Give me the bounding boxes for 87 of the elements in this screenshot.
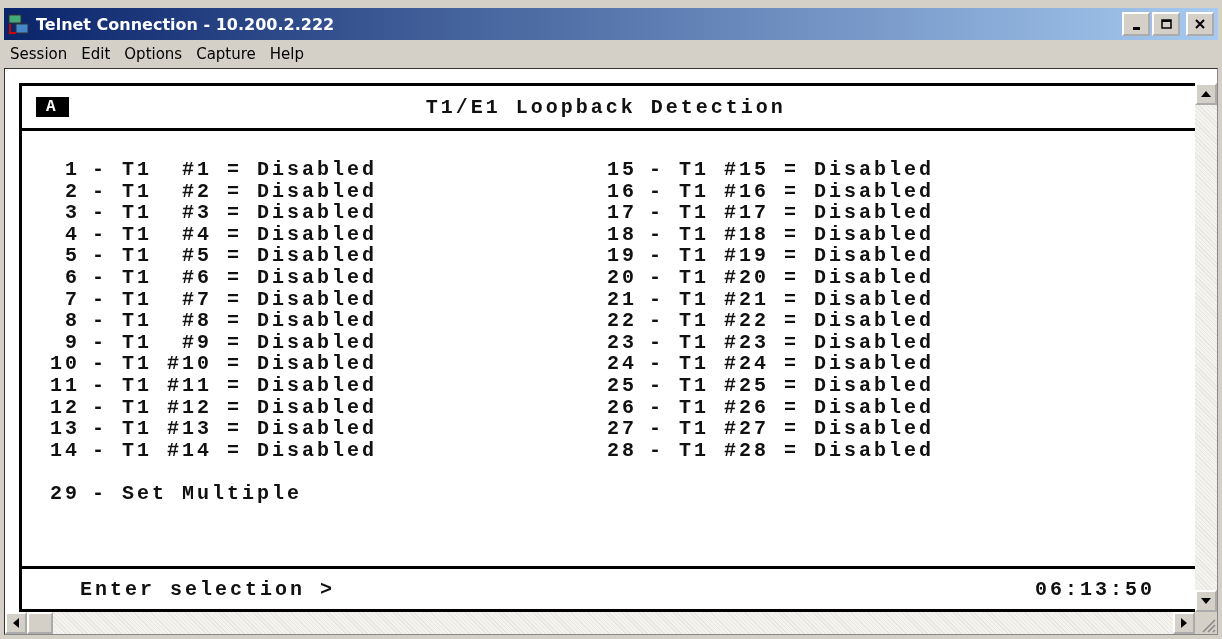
- option-text: - T1 #11 = Disabled: [92, 374, 378, 397]
- option-text: - T1 #20 = Disabled: [649, 266, 935, 289]
- close-button[interactable]: [1186, 12, 1214, 36]
- left-arrow-icon: [13, 618, 19, 628]
- option-text: - T1 #5 = Disabled: [92, 245, 378, 267]
- option-text: - T1 #15 = Disabled: [649, 159, 935, 181]
- option-number: 10: [49, 353, 80, 375]
- option-text: - T1 #16 = Disabled: [649, 180, 935, 203]
- scroll-up-button[interactable]: [1195, 83, 1217, 105]
- minimize-icon: [1132, 26, 1140, 30]
- option-number: 4: [64, 223, 80, 246]
- option-text: - Set Multiple: [92, 483, 303, 505]
- option-text: - T1 #2 = Disabled: [92, 180, 378, 203]
- option-number: 1: [64, 159, 80, 181]
- option-number: 25: [606, 374, 637, 397]
- resize-grip-icon[interactable]: [1195, 612, 1217, 634]
- option-text: - T1 #10 = Disabled: [92, 353, 378, 375]
- option-text: - T1 #8 = Disabled: [92, 310, 378, 332]
- option-text: - T1 #24 = Disabled: [649, 353, 935, 375]
- option-number: 24: [606, 353, 637, 375]
- scroll-down-button[interactable]: [1195, 590, 1217, 612]
- option-text: - T1 #25 = Disabled: [649, 374, 935, 397]
- maximize-icon: [1160, 19, 1172, 29]
- option-number: 7: [64, 288, 80, 311]
- window-title: Telnet Connection - 10.200.2.222: [36, 14, 335, 34]
- scroll-right-button[interactable]: [1173, 612, 1195, 634]
- screen-badge: A: [36, 97, 69, 117]
- option-text: - T1 #23 = Disabled: [649, 331, 935, 354]
- option-number: 9: [64, 331, 80, 354]
- option-number: 23: [606, 331, 637, 354]
- scroll-thumb[interactable]: [27, 612, 53, 634]
- computers-icon: [8, 13, 30, 35]
- option-number: 5: [64, 245, 80, 267]
- menu-item[interactable]: Capture: [196, 45, 256, 63]
- option-text: - T1 #3 = Disabled: [92, 202, 378, 224]
- down-arrow-icon: [1201, 598, 1211, 604]
- menu-item[interactable]: Edit: [81, 45, 111, 63]
- option-number: 16: [606, 180, 637, 203]
- option-text: - T1 #18 = Disabled: [649, 223, 935, 246]
- close-icon: [1195, 19, 1205, 29]
- option-number: 14: [49, 439, 80, 462]
- menu-item[interactable]: Session: [10, 45, 68, 63]
- option-text: - T1 #7 = Disabled: [92, 288, 378, 311]
- minimize-button[interactable]: [1122, 12, 1150, 36]
- option-number: 15: [606, 159, 637, 181]
- scroll-left-button[interactable]: [5, 612, 27, 634]
- option-number: 8: [64, 310, 80, 332]
- clock-time: 06:13:50: [1035, 577, 1155, 601]
- right-arrow-icon: [1181, 618, 1187, 628]
- option-text: - T1 #28 = Disabled: [649, 439, 935, 462]
- option-number: 6: [64, 266, 80, 289]
- option-number: 22: [606, 310, 637, 332]
- option-text: - T1 #22 = Disabled: [649, 310, 935, 332]
- vertical-scrollbar[interactable]: [1195, 83, 1217, 612]
- option-number: 27: [606, 418, 637, 440]
- option-text: - T1 #4 = Disabled: [92, 223, 378, 246]
- option-text: - T1 #17 = Disabled: [649, 202, 935, 224]
- option-text: - T1 #21 = Disabled: [649, 288, 935, 311]
- option-number: 18: [606, 223, 637, 246]
- option-text: - T1 #19 = Disabled: [649, 245, 935, 267]
- option-number: 20: [606, 266, 637, 289]
- option-text: - T1 #1 = Disabled: [92, 159, 378, 181]
- option-text: - T1 #26 = Disabled: [649, 396, 935, 419]
- option-text: - T1 #14 = Disabled: [92, 439, 378, 462]
- horizontal-scrollbar[interactable]: [5, 612, 1217, 634]
- option-number: 21: [606, 288, 637, 311]
- option-number: 3: [64, 202, 80, 224]
- option-text: - T1 #9 = Disabled: [92, 331, 378, 354]
- screen-title: T1/E1 Loopback Detection: [424, 95, 787, 119]
- option-number: 26: [606, 396, 637, 419]
- option-number: 19: [606, 245, 637, 267]
- option-text: - T1 #27 = Disabled: [649, 418, 935, 440]
- option-number: 29: [49, 483, 80, 505]
- maximize-button[interactable]: [1152, 12, 1180, 36]
- option-number: 17: [606, 202, 637, 224]
- option-text: - T1 #12 = Disabled: [92, 396, 378, 419]
- option-number: 13: [49, 418, 80, 440]
- up-arrow-icon: [1201, 91, 1211, 97]
- option-number: 12: [49, 396, 80, 419]
- option-number: 11: [49, 374, 80, 397]
- option-text: - T1 #13 = Disabled: [92, 418, 378, 440]
- option-text: - T1 #6 = Disabled: [92, 266, 378, 289]
- menu-item[interactable]: Help: [269, 45, 305, 63]
- selection-prompt: Enter selection >: [80, 577, 336, 601]
- menu-item[interactable]: Options: [124, 45, 183, 63]
- option-number: 28: [606, 439, 637, 462]
- option-number: 2: [64, 180, 80, 203]
